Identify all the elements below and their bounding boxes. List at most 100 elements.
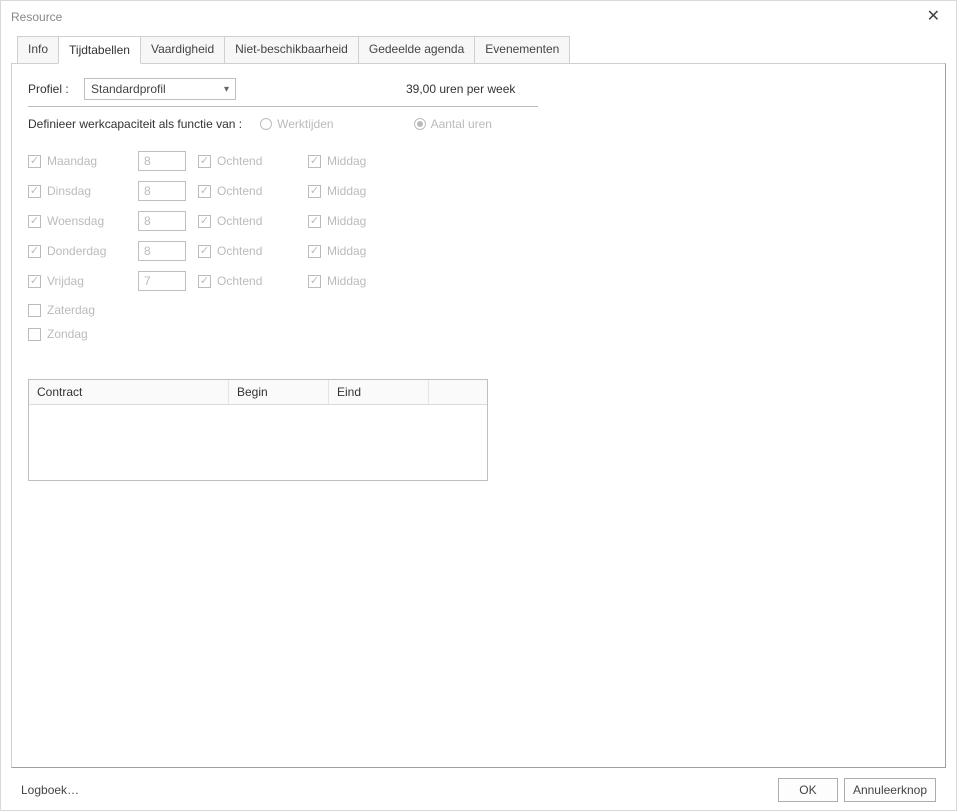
radio-aantal-uren[interactable]: Aantal uren: [414, 117, 492, 131]
checkbox-icon: [28, 245, 41, 258]
logboek-link[interactable]: Logboek…: [21, 783, 79, 797]
radio-label: Aantal uren: [431, 117, 492, 131]
day-label: Maandag: [47, 154, 97, 168]
ochtend-label: Ochtend: [217, 214, 262, 228]
checkbox-icon: [308, 245, 321, 258]
radio-indicator: [414, 118, 426, 130]
tab-tijdtabellen[interactable]: Tijdtabellen: [58, 36, 141, 64]
checkbox-icon: [198, 185, 211, 198]
checkbox-icon: [28, 328, 41, 341]
day-label: Woensdag: [47, 214, 104, 228]
checkbox-icon: [308, 155, 321, 168]
hours-input-vrijdag[interactable]: 7: [138, 271, 186, 291]
checkbox-icon: [28, 215, 41, 228]
hours-input-maandag[interactable]: 8: [138, 151, 186, 171]
middag-label: Middag: [327, 214, 366, 228]
tab-vaardigheid[interactable]: Vaardigheid: [140, 36, 225, 64]
tab-panel: Profiel : Standardprofil ▾ 39,00 uren pe…: [11, 63, 946, 768]
titlebar: Resource ✕: [1, 1, 956, 31]
tab-label: Niet-beschikbaarheid: [235, 42, 348, 56]
footer-buttons: OK Annuleerknop: [778, 778, 936, 802]
th-empty: [429, 380, 487, 404]
table-body[interactable]: [29, 405, 487, 480]
day-checkbox-zondag[interactable]: Zondag: [28, 327, 929, 341]
checkbox-icon: [28, 155, 41, 168]
day-checkbox-zaterdag[interactable]: Zaterdag: [28, 303, 929, 317]
tab-gedeelde-agenda[interactable]: Gedeelde agenda: [358, 36, 475, 64]
tab-label: Info: [28, 42, 48, 56]
day-checkbox-dinsdag[interactable]: Dinsdag: [28, 184, 138, 198]
radio-werktijden[interactable]: Werktijden: [260, 117, 333, 131]
checkbox-icon: [198, 215, 211, 228]
tab-info[interactable]: Info: [17, 36, 59, 64]
radio-indicator: [260, 118, 272, 130]
window-title: Resource: [11, 10, 62, 24]
checkbox-icon: [28, 275, 41, 288]
middag-label: Middag: [327, 244, 366, 258]
checkbox-icon: [28, 304, 41, 317]
profiel-value: Standardprofil: [91, 82, 166, 96]
hours-value: 7: [144, 274, 151, 288]
checkbox-icon: [308, 215, 321, 228]
ochtend-checkbox-woensdag[interactable]: Ochtend: [198, 214, 308, 228]
close-icon[interactable]: ✕: [921, 7, 946, 27]
resource-dialog: Resource ✕ Info Tijdtabellen Vaardigheid…: [0, 0, 957, 811]
middag-label: Middag: [327, 274, 366, 288]
contracts-table: Contract Begin Eind: [28, 379, 488, 481]
checkbox-icon: [308, 185, 321, 198]
hours-input-donderdag[interactable]: 8: [138, 241, 186, 261]
dialog-footer: Logboek… OK Annuleerknop: [11, 768, 946, 810]
hours-input-woensdag[interactable]: 8: [138, 211, 186, 231]
ochtend-checkbox-dinsdag[interactable]: Ochtend: [198, 184, 308, 198]
ok-button[interactable]: OK: [778, 778, 838, 802]
ochtend-label: Ochtend: [217, 184, 262, 198]
profiel-row: Profiel : Standardprofil ▾ 39,00 uren pe…: [28, 78, 929, 100]
day-label: Dinsdag: [47, 184, 91, 198]
day-label: Vrijdag: [47, 274, 84, 288]
middag-label: Middag: [327, 184, 366, 198]
profiel-label: Profiel :: [28, 82, 84, 96]
days-grid: Maandag 8 Ochtend Middag Dinsdag 8 Ochte…: [28, 151, 929, 291]
hours-value: 8: [144, 244, 151, 258]
hours-summary: 39,00 uren per week: [406, 82, 515, 96]
profiel-select[interactable]: Standardprofil ▾: [84, 78, 236, 100]
dialog-body: Info Tijdtabellen Vaardigheid Niet-besch…: [1, 31, 956, 810]
tab-bar: Info Tijdtabellen Vaardigheid Niet-besch…: [17, 35, 946, 63]
checkbox-icon: [198, 275, 211, 288]
middag-label: Middag: [327, 154, 366, 168]
cancel-button[interactable]: Annuleerknop: [844, 778, 936, 802]
hours-value: 8: [144, 184, 151, 198]
capacity-define-row: Definieer werkcapaciteit als functie van…: [28, 117, 929, 131]
radio-label: Werktijden: [277, 117, 333, 131]
day-label: Zondag: [47, 327, 88, 341]
tab-label: Vaardigheid: [151, 42, 214, 56]
divider: [28, 106, 538, 107]
ochtend-checkbox-donderdag[interactable]: Ochtend: [198, 244, 308, 258]
tab-evenementen[interactable]: Evenementen: [474, 36, 570, 64]
day-checkbox-donderdag[interactable]: Donderdag: [28, 244, 138, 258]
day-checkbox-maandag[interactable]: Maandag: [28, 154, 138, 168]
day-label: Donderdag: [47, 244, 106, 258]
day-checkbox-woensdag[interactable]: Woensdag: [28, 214, 138, 228]
hours-value: 8: [144, 214, 151, 228]
middag-checkbox-woensdag[interactable]: Middag: [308, 214, 388, 228]
tab-label: Tijdtabellen: [69, 43, 130, 57]
day-label: Zaterdag: [47, 303, 95, 317]
weekend-group: Zaterdag Zondag: [28, 303, 929, 341]
ochtend-checkbox-maandag[interactable]: Ochtend: [198, 154, 308, 168]
day-checkbox-vrijdag[interactable]: Vrijdag: [28, 274, 138, 288]
th-begin[interactable]: Begin: [229, 380, 329, 404]
middag-checkbox-dinsdag[interactable]: Middag: [308, 184, 388, 198]
tab-niet-beschikbaarheid[interactable]: Niet-beschikbaarheid: [224, 36, 359, 64]
tab-label: Evenementen: [485, 42, 559, 56]
checkbox-icon: [308, 275, 321, 288]
hours-input-dinsdag[interactable]: 8: [138, 181, 186, 201]
define-label: Definieer werkcapaciteit als functie van…: [28, 117, 242, 131]
middag-checkbox-maandag[interactable]: Middag: [308, 154, 388, 168]
checkbox-icon: [198, 245, 211, 258]
ochtend-checkbox-vrijdag[interactable]: Ochtend: [198, 274, 308, 288]
th-contract[interactable]: Contract: [29, 380, 229, 404]
middag-checkbox-donderdag[interactable]: Middag: [308, 244, 388, 258]
th-eind[interactable]: Eind: [329, 380, 429, 404]
middag-checkbox-vrijdag[interactable]: Middag: [308, 274, 388, 288]
